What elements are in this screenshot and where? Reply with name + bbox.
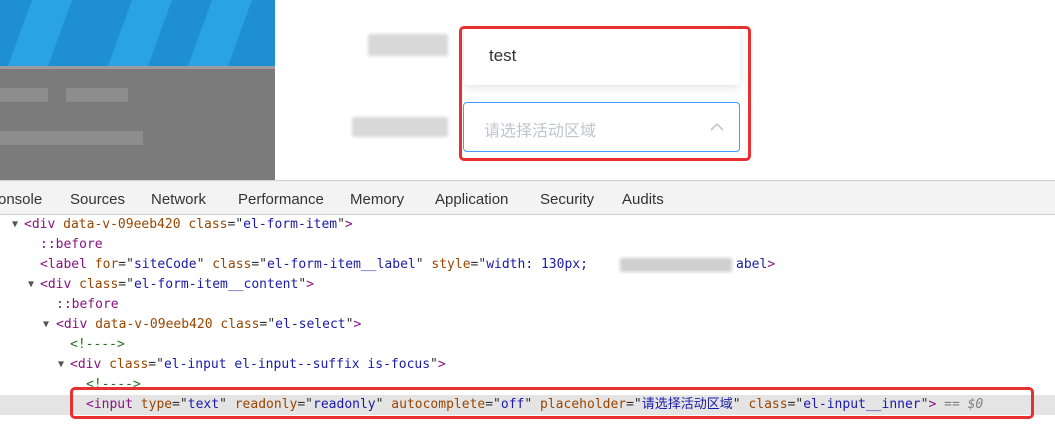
tab-console[interactable]: onsole — [0, 191, 42, 208]
expand-triangle-icon[interactable]: ▼ — [58, 355, 64, 375]
expand-triangle-icon[interactable]: ▼ — [28, 275, 34, 295]
dom-node-el-input[interactable]: ▼ <div class="el-input el-input--suffix … — [0, 355, 1055, 375]
dom-node-before[interactable]: ::before — [0, 295, 1055, 315]
expand-triangle-icon[interactable]: ▼ — [12, 215, 18, 235]
devtools-panel: onsole Sources Network Performance Memor… — [0, 180, 1055, 424]
dom-node-label[interactable]: <label for="siteCode" class="el-form-ite… — [0, 255, 1055, 275]
tab-audits[interactable]: Audits — [622, 191, 664, 208]
expand-triangle-icon[interactable]: ▼ — [43, 315, 49, 335]
dom-node-form-item-content[interactable]: ▼ <div class="el-form-item__content"> — [0, 275, 1055, 295]
blurred-label-1 — [368, 34, 448, 56]
tab-sources[interactable]: Sources — [70, 191, 125, 208]
highlight-box-bottom — [70, 387, 1034, 419]
tab-application[interactable]: Application — [435, 191, 508, 208]
dom-node-el-select[interactable]: ▼ <div data-v-09eeb420 class="el-select"… — [0, 315, 1055, 335]
banner-image — [0, 0, 275, 66]
devtools-tabbar: onsole Sources Network Performance Memor… — [0, 181, 1055, 215]
tab-memory[interactable]: Memory — [350, 191, 404, 208]
dimmed-background-image — [0, 0, 275, 180]
tab-performance[interactable]: Performance — [238, 191, 324, 208]
dom-node-before[interactable]: ::before — [0, 235, 1055, 255]
blurred-style-text — [620, 258, 732, 272]
dom-node-form-item[interactable]: ▼ <div data-v-09eeb420 class="el-form-it… — [0, 215, 1055, 235]
highlight-box-top — [459, 26, 751, 161]
tab-network[interactable]: Network — [151, 191, 206, 208]
blurred-label-2 — [352, 117, 448, 137]
tab-security[interactable]: Security — [540, 191, 594, 208]
dom-node-comment[interactable]: <!----> — [0, 335, 1055, 355]
page-viewport: test 请选择活动区域 — [0, 0, 1055, 180]
